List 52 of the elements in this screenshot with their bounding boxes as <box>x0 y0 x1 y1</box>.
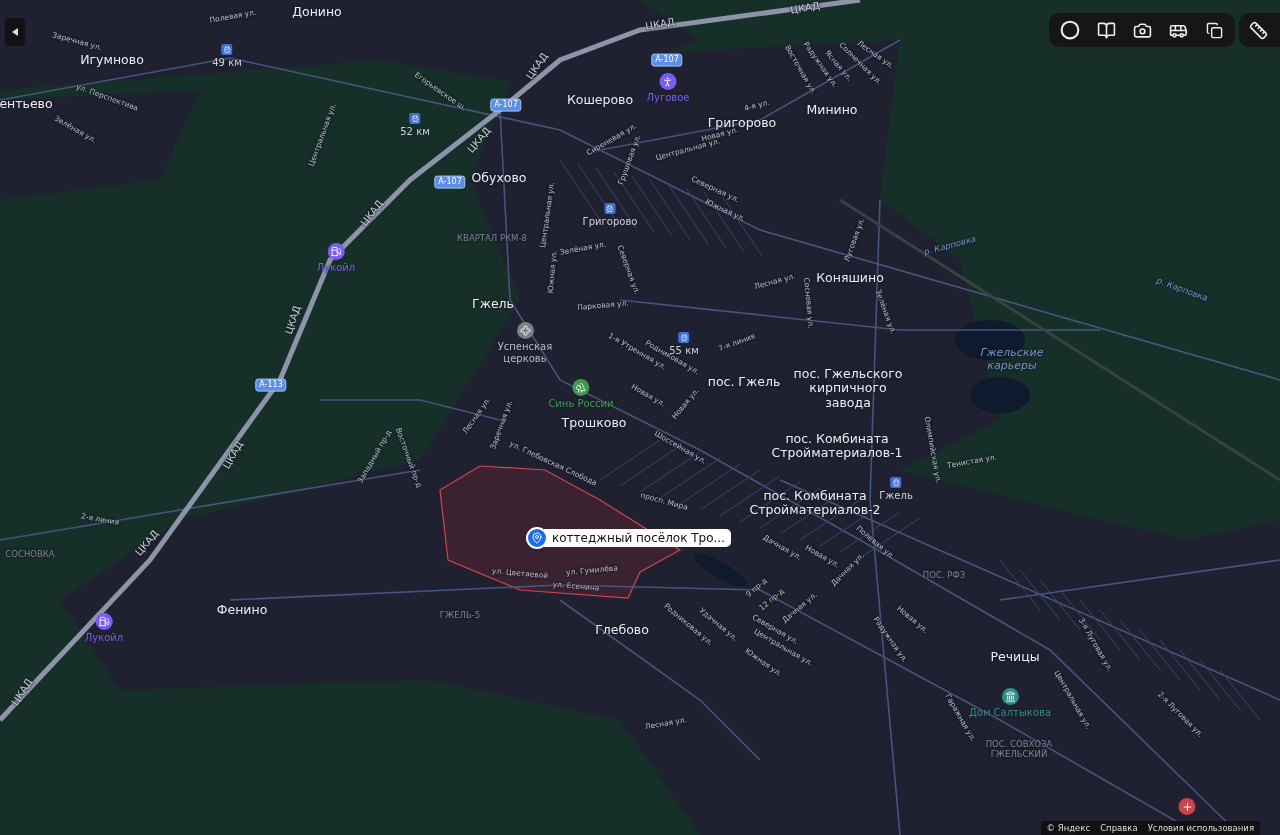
train-station-icon[interactable] <box>409 113 421 124</box>
place-label: Кошерово <box>566 92 634 108</box>
road-number-shield: A-107 <box>651 53 683 67</box>
train-station-icon[interactable] <box>221 44 233 55</box>
place-label: Обухово <box>471 170 527 186</box>
place-label: Коняшино <box>816 270 884 286</box>
poi-label: Дом Салтыкова <box>968 707 1052 719</box>
trees-icon <box>575 382 587 393</box>
poi-label: Успенская церковь <box>496 341 554 365</box>
place-label: Игумново <box>80 52 144 68</box>
collapse-panel-button[interactable] <box>5 18 25 46</box>
fuel-icon <box>98 616 110 627</box>
road-number-shield: A-113 <box>255 378 287 392</box>
place-label: пос. Гжельского кирпичного завода <box>792 367 904 411</box>
place-label: Глебово <box>595 622 649 638</box>
museum-icon <box>1004 691 1016 702</box>
district-label: ПОС. РФЗ <box>922 571 966 581</box>
fuel-icon <box>330 246 342 257</box>
highway-label: ЦКАД <box>644 15 676 33</box>
station-label: 49 км <box>212 57 242 68</box>
water-label: Гжельские карьеры <box>979 347 1045 373</box>
place-label: Фенино <box>216 602 268 618</box>
place-label: Гжель <box>472 296 514 312</box>
highway-label: ЦКАД <box>789 0 821 17</box>
train-station-icon[interactable] <box>604 203 616 214</box>
road-number-shield: A-107 <box>490 98 522 112</box>
place-label: Речицы <box>990 649 1040 665</box>
place-label: Трошково <box>561 415 627 431</box>
district-label: СОСНОВКА <box>5 550 55 560</box>
plus-icon <box>1181 800 1193 813</box>
highway-label: ЦКАД <box>282 304 304 336</box>
place-label: пос. Гжель <box>707 374 781 390</box>
poi-label: Лукойл <box>84 632 124 644</box>
road-number-shield: A-107 <box>434 175 466 189</box>
poi-label: Луговое <box>646 92 690 104</box>
footer-link[interactable]: Справка <box>1100 823 1138 833</box>
poi-marker[interactable] <box>327 243 345 260</box>
place-label: ентьево <box>0 96 53 112</box>
station-label: Гжель <box>879 490 913 501</box>
copyright-text: © Яндекс <box>1046 823 1091 833</box>
left-triangle-icon <box>12 28 18 36</box>
place-label: Минино <box>806 102 858 118</box>
place-label: Донино <box>292 4 342 20</box>
cross-icon <box>519 325 531 336</box>
district-label: ГЖЕЛЬ-5 <box>439 611 481 621</box>
footer-link[interactable]: Условия использования <box>1147 823 1254 833</box>
place-label: пос. Комбината Стройматериалов-1 <box>770 431 904 461</box>
pin-label[interactable]: коттеджный посёлок Тро... <box>544 529 731 547</box>
figure-icon <box>662 75 674 88</box>
station-label: 52 км <box>400 126 430 137</box>
station-label: Григорово <box>582 216 638 227</box>
train-station-icon[interactable] <box>890 477 902 488</box>
